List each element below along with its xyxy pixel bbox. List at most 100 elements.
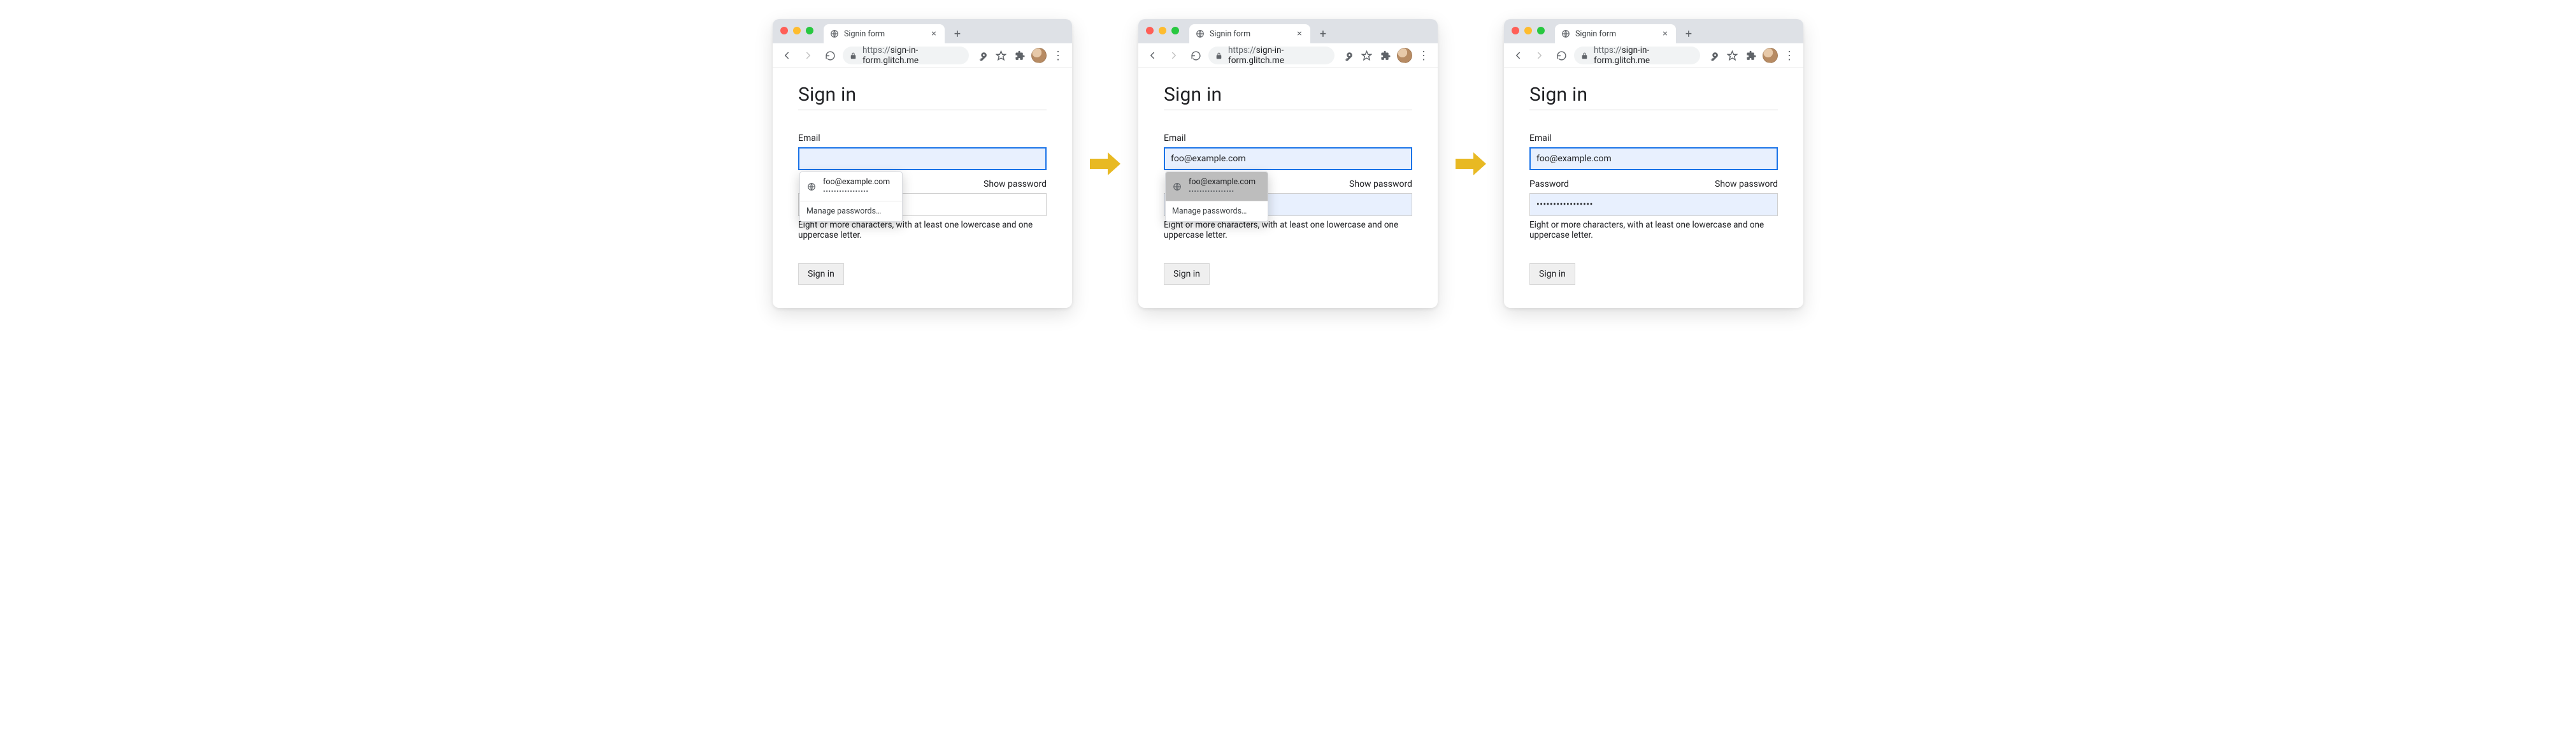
email-input[interactable]: foo@example.com foo@example.com ••••••••… bbox=[1164, 147, 1412, 170]
menu-button[interactable]: ⋮ bbox=[1780, 47, 1798, 64]
menu-button[interactable]: ⋮ bbox=[1415, 47, 1433, 64]
reload-button[interactable] bbox=[1187, 47, 1205, 64]
autofill-popup: foo@example.com ••••••••••••••••• Manage… bbox=[1165, 171, 1268, 222]
lock-icon bbox=[1215, 52, 1223, 60]
password-hint: Eight or more characters, with at least … bbox=[798, 220, 1047, 240]
tab-title: Signin form bbox=[1210, 29, 1290, 39]
minimize-window-button[interactable] bbox=[1159, 27, 1166, 34]
signin-button[interactable]: Sign in bbox=[798, 263, 844, 285]
forward-button[interactable] bbox=[1165, 47, 1183, 64]
url-text: https://sign-in-form.glitch.me bbox=[862, 45, 962, 66]
browser-tab[interactable]: Signin form × bbox=[824, 24, 945, 43]
browser-tab[interactable]: Signin form × bbox=[1555, 24, 1676, 43]
page-content: Sign in Email foo@example.com Password S… bbox=[1504, 68, 1803, 308]
profile-avatar[interactable] bbox=[1030, 47, 1048, 64]
email-label: Email bbox=[1529, 133, 1778, 143]
manage-passwords-link[interactable]: Manage passwords… bbox=[1166, 201, 1268, 221]
minimize-window-button[interactable] bbox=[793, 27, 801, 34]
key-icon[interactable] bbox=[1338, 47, 1356, 64]
new-tab-button[interactable]: + bbox=[1680, 25, 1698, 43]
tab-title: Signin form bbox=[844, 29, 924, 39]
back-button[interactable] bbox=[1143, 47, 1161, 64]
email-label: Email bbox=[798, 133, 1047, 143]
password-field-group: Password Show password •••••••••••••••••… bbox=[1529, 179, 1778, 240]
maximize-window-button[interactable] bbox=[1171, 27, 1179, 34]
toolbar: https://sign-in-form.glitch.me ⋮ bbox=[773, 43, 1072, 68]
close-window-button[interactable] bbox=[1146, 27, 1154, 34]
globe-icon bbox=[1196, 29, 1205, 38]
page-content: Sign in Email foo@example.com bbox=[773, 68, 1072, 308]
titlebar: Signin form × + bbox=[1138, 19, 1438, 43]
titlebar: Signin form × + bbox=[773, 19, 1072, 43]
key-icon[interactable] bbox=[973, 47, 991, 64]
show-password-toggle[interactable]: Show password bbox=[1715, 179, 1778, 189]
star-icon[interactable] bbox=[992, 47, 1010, 64]
forward-button[interactable] bbox=[1531, 47, 1549, 64]
key-icon[interactable] bbox=[1704, 47, 1722, 64]
autofill-password-dots: ••••••••••••••••• bbox=[823, 187, 890, 196]
address-bar[interactable]: https://sign-in-form.glitch.me bbox=[1574, 47, 1700, 64]
globe-icon bbox=[1561, 29, 1570, 38]
signin-button[interactable]: Sign in bbox=[1529, 263, 1575, 285]
browser-tab[interactable]: Signin form × bbox=[1189, 24, 1310, 43]
password-hint: Eight or more characters, with at least … bbox=[1529, 220, 1778, 240]
globe-icon bbox=[1172, 182, 1182, 192]
close-tab-button[interactable]: × bbox=[929, 29, 938, 38]
arrow-icon bbox=[1456, 151, 1486, 177]
back-button[interactable] bbox=[778, 47, 796, 64]
maximize-window-button[interactable] bbox=[1537, 27, 1545, 34]
address-bar[interactable]: https://sign-in-form.glitch.me bbox=[843, 47, 969, 64]
password-input[interactable]: ••••••••••••••••• bbox=[1529, 193, 1778, 216]
signin-button[interactable]: Sign in bbox=[1164, 263, 1210, 285]
password-label: Password bbox=[1529, 179, 1569, 189]
new-tab-button[interactable]: + bbox=[948, 25, 966, 43]
address-bar[interactable]: https://sign-in-form.glitch.me bbox=[1208, 47, 1335, 64]
browser-window: Signin form × + https://sign-in-form.gli… bbox=[1504, 19, 1803, 308]
password-hint: Eight or more characters, with at least … bbox=[1164, 220, 1412, 240]
arrow-icon bbox=[1090, 151, 1120, 177]
page-title: Sign in bbox=[798, 83, 1047, 106]
close-window-button[interactable] bbox=[780, 27, 788, 34]
autofill-suggestion[interactable]: foo@example.com ••••••••••••••••• bbox=[800, 172, 902, 201]
forward-button[interactable] bbox=[799, 47, 817, 64]
extensions-icon[interactable] bbox=[1742, 47, 1760, 64]
extensions-icon[interactable] bbox=[1377, 47, 1394, 64]
titlebar: Signin form × + bbox=[1504, 19, 1803, 43]
profile-avatar[interactable] bbox=[1761, 47, 1779, 64]
email-input[interactable]: foo@example.com ••••••••••••••••• Manage… bbox=[798, 147, 1047, 170]
email-input[interactable]: foo@example.com bbox=[1529, 147, 1778, 170]
close-tab-button[interactable]: × bbox=[1661, 29, 1670, 38]
globe-icon bbox=[806, 182, 817, 192]
toolbar: https://sign-in-form.glitch.me ⋮ bbox=[1138, 43, 1438, 68]
close-tab-button[interactable]: × bbox=[1295, 29, 1304, 38]
page-content: Sign in Email foo@example.com foo@exampl… bbox=[1138, 68, 1438, 308]
reload-button[interactable] bbox=[1552, 47, 1570, 64]
autofill-popup: foo@example.com ••••••••••••••••• Manage… bbox=[799, 171, 903, 222]
profile-avatar[interactable] bbox=[1396, 47, 1413, 64]
tab-title: Signin form bbox=[1575, 29, 1656, 39]
star-icon[interactable] bbox=[1723, 47, 1741, 64]
show-password-toggle[interactable]: Show password bbox=[984, 179, 1047, 189]
globe-icon bbox=[830, 29, 839, 38]
autofill-suggestion[interactable]: foo@example.com ••••••••••••••••• bbox=[1166, 172, 1268, 201]
back-button[interactable] bbox=[1509, 47, 1527, 64]
menu-button[interactable]: ⋮ bbox=[1049, 47, 1067, 64]
reload-button[interactable] bbox=[821, 47, 839, 64]
close-window-button[interactable] bbox=[1512, 27, 1519, 34]
lock-icon bbox=[1580, 52, 1589, 60]
page-title: Sign in bbox=[1164, 83, 1412, 106]
window-controls bbox=[780, 27, 813, 34]
extensions-icon[interactable] bbox=[1011, 47, 1029, 64]
url-text: https://sign-in-form.glitch.me bbox=[1228, 45, 1328, 66]
star-icon[interactable] bbox=[1357, 47, 1375, 64]
manage-passwords-link[interactable]: Manage passwords… bbox=[800, 201, 902, 221]
minimize-window-button[interactable] bbox=[1524, 27, 1532, 34]
window-controls bbox=[1512, 27, 1545, 34]
autofill-email: foo@example.com bbox=[823, 177, 890, 187]
new-tab-button[interactable]: + bbox=[1314, 25, 1332, 43]
maximize-window-button[interactable] bbox=[806, 27, 813, 34]
show-password-toggle[interactable]: Show password bbox=[1349, 179, 1412, 189]
url-text: https://sign-in-form.glitch.me bbox=[1594, 45, 1694, 66]
page-title: Sign in bbox=[1529, 83, 1778, 106]
toolbar: https://sign-in-form.glitch.me ⋮ bbox=[1504, 43, 1803, 68]
